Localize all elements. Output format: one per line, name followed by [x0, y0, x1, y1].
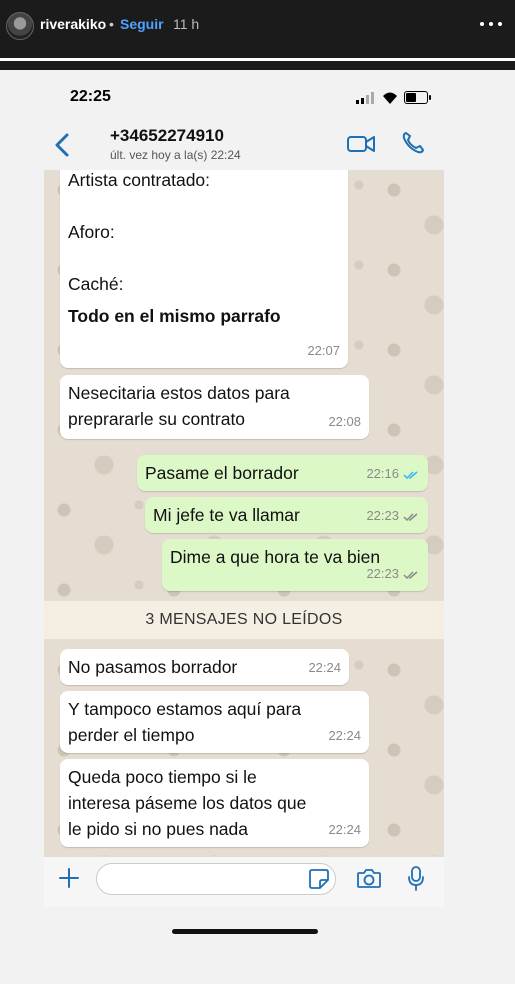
- message-outgoing[interactable]: Pasame el borrador 22:16: [137, 455, 428, 491]
- message-incoming[interactable]: Artista contratado: Aforo: Caché: Todo e…: [60, 170, 348, 368]
- message-time: 22:07: [307, 343, 340, 358]
- message-outgoing[interactable]: Dime a que hora te va bien 22:23: [162, 539, 428, 591]
- camera-icon[interactable]: [356, 867, 382, 889]
- post-time: 11 h: [173, 16, 200, 32]
- plus-icon[interactable]: [58, 867, 80, 889]
- message-time: 22:08: [328, 414, 361, 429]
- message-time: 22:24: [328, 728, 361, 743]
- story-header: riverakiko • Seguir 11 h: [0, 0, 515, 56]
- signal-icon: [356, 92, 374, 104]
- message-incoming[interactable]: Queda poco tiempo si le interesa páseme …: [60, 759, 369, 847]
- status-time: 22:25: [70, 88, 111, 105]
- microphone-icon[interactable]: [406, 865, 426, 893]
- message-text: No pasamos borrador: [68, 657, 238, 677]
- read-ticks-icon: [403, 470, 418, 479]
- video-call-icon[interactable]: [346, 133, 376, 155]
- message-time: 22:23: [366, 508, 399, 523]
- message-text: Queda poco tiempo si le interesa páseme …: [68, 767, 307, 839]
- wifi-icon: [383, 92, 397, 104]
- message-outgoing[interactable]: Mi jefe te va llamar 22:23: [145, 497, 428, 533]
- last-seen: últ. vez hoy a la(s) 22:24: [110, 148, 241, 162]
- message-input-bar: [44, 856, 444, 907]
- more-horizontal-icon[interactable]: [478, 14, 506, 32]
- unread-messages-banner: 3 MENSAJES NO LEÍDOS: [44, 601, 444, 639]
- phone-icon[interactable]: [400, 130, 426, 156]
- message-incoming[interactable]: No pasamos borrador 22:24: [60, 649, 349, 685]
- contact-name[interactable]: +34652274910: [110, 126, 224, 146]
- message-text: Nesecitaria estos datos para preprararle…: [68, 383, 290, 429]
- separator-dot: •: [109, 16, 114, 32]
- whatsapp-screenshot: 22:25 +34652274910 últ. vez hoy a la(s) …: [0, 70, 515, 984]
- avatar[interactable]: [6, 12, 34, 40]
- username[interactable]: riverakiko: [40, 16, 106, 32]
- message-time: 22:24: [328, 822, 361, 837]
- message-time: 22:23: [366, 566, 399, 581]
- follow-button[interactable]: Seguir: [120, 16, 164, 32]
- chat-header: +34652274910 últ. vez hoy a la(s) 22:24: [44, 122, 444, 170]
- chevron-left-icon[interactable]: [52, 132, 72, 158]
- home-indicator: [172, 929, 318, 934]
- message-incoming[interactable]: Y tampoco estamos aquí para perder el ti…: [60, 691, 369, 753]
- delivered-ticks-icon: [403, 512, 418, 521]
- message-text: Y tampoco estamos aquí para perder el ti…: [68, 699, 302, 745]
- message-meta: 22:23: [366, 561, 420, 587]
- message-incoming[interactable]: Nesecitaria estos datos para preprararle…: [60, 375, 369, 439]
- story-progress-bar: [0, 58, 515, 61]
- message-meta: 22:16: [366, 461, 420, 487]
- sticker-icon[interactable]: [308, 868, 330, 890]
- message-time: 22:16: [366, 466, 399, 481]
- message-time: 22:24: [308, 660, 341, 675]
- message-text: Artista contratado: Aforo: Caché:: [68, 170, 211, 294]
- delivered-ticks-icon: [403, 570, 418, 579]
- chat-messages[interactable]: Artista contratado: Aforo: Caché: Todo e…: [44, 170, 444, 856]
- message-input[interactable]: [96, 863, 336, 895]
- status-bar: 22:25: [0, 70, 515, 122]
- message-text-bold: Todo en el mismo parrafo: [68, 306, 281, 326]
- battery-icon: [404, 91, 431, 104]
- message-meta: 22:23: [366, 503, 420, 529]
